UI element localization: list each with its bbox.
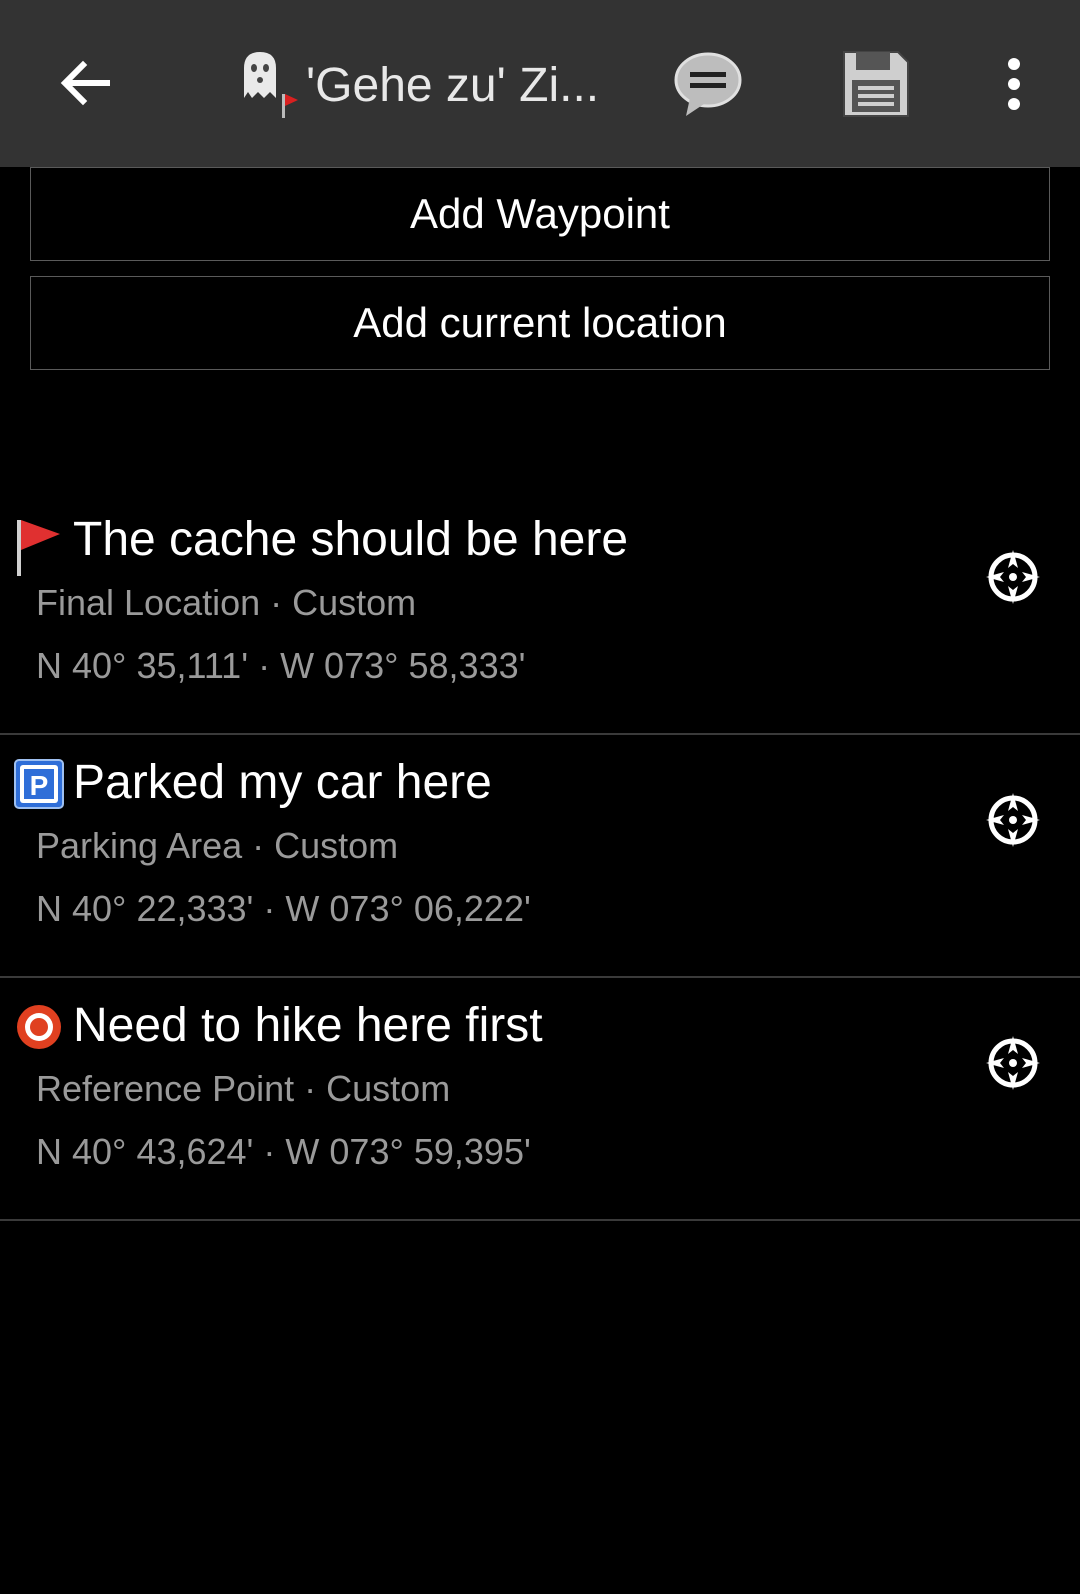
ghost-cache-icon	[240, 50, 300, 120]
waypoint-title: The cache should be here	[73, 513, 629, 566]
waypoint-row[interactable]: P Parked my car here Parking Area · Cust…	[0, 735, 1080, 978]
crosshair-compass-icon	[986, 550, 1040, 604]
waypoint-coordinates: N 40° 22,333' · W 073° 06,222'	[36, 888, 531, 929]
overflow-menu-icon	[1008, 58, 1020, 110]
navigate-button[interactable]	[982, 1032, 1044, 1094]
navigate-button[interactable]	[982, 546, 1044, 608]
crosshair-compass-icon	[986, 793, 1040, 847]
parking-icon: P	[14, 759, 64, 811]
toolbar-title: 'Gehe zu' Zi...	[306, 58, 600, 112]
reference-point-icon	[14, 1002, 64, 1054]
waypoint-coordinates: N 40° 35,111' · W 073° 58,333'	[36, 645, 526, 686]
more-options-button[interactable]	[984, 44, 1044, 124]
navigate-button[interactable]	[982, 789, 1044, 851]
waypoint-row[interactable]: Need to hike here first Reference Point …	[0, 978, 1080, 1221]
waypoint-title: Parked my car here	[73, 756, 492, 809]
floppy-disk-icon	[843, 51, 909, 117]
back-button[interactable]	[40, 38, 130, 128]
add-current-location-button[interactable]: Add current location	[30, 276, 1050, 370]
red-flag-icon	[14, 516, 64, 576]
toolbar: 'Gehe zu' Zi...	[0, 0, 1080, 167]
waypoint-type: Parking Area · Custom	[36, 825, 399, 866]
waypoint-type: Reference Point · Custom	[36, 1068, 451, 1109]
log-visit-button[interactable]	[668, 44, 748, 124]
crosshair-compass-icon	[986, 1036, 1040, 1090]
cache-title[interactable]: 'Gehe zu' Zi...	[240, 48, 599, 122]
speech-bubble-icon	[674, 52, 742, 116]
waypoint-title: Need to hike here first	[73, 999, 543, 1052]
waypoint-coordinates: N 40° 43,624' · W 073° 59,395'	[36, 1131, 531, 1172]
waypoint-row[interactable]: The cache should be here Final Location …	[0, 492, 1080, 735]
save-button[interactable]	[836, 44, 916, 124]
add-waypoint-button[interactable]: Add Waypoint	[30, 167, 1050, 261]
svg-text:P: P	[30, 770, 49, 801]
waypoint-type: Final Location · Custom	[36, 582, 417, 623]
arrow-left-icon	[60, 60, 110, 106]
